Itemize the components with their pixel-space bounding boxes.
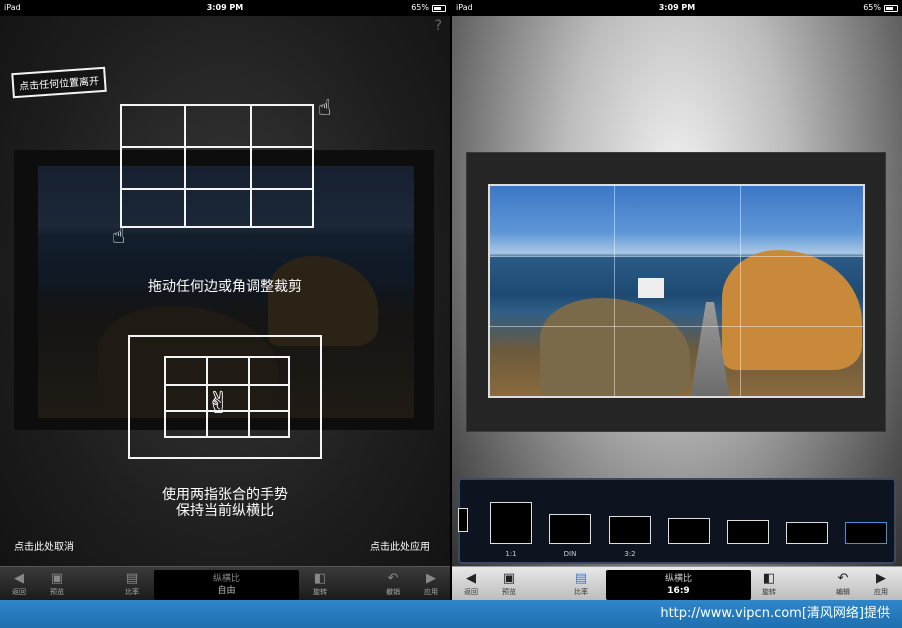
watermark-bar: http://www.vipcn.com[清风网络]提供 [0,600,902,628]
pinch-hint-line2: 保持当前纵横比 [176,503,274,519]
image-icon: ▣ [50,571,64,586]
aspect-value: 自由 [217,586,236,596]
aspect-ratio-picker: 1:1 DIN 3:2 [458,478,896,564]
undo-label: 撤销 [386,588,400,596]
right-crop-panel: iPad 3:09 PM 65% ? 1:1 DIN 3:2 ◀ 返回 ▣ 预览 ▤… [452,0,902,600]
undo-icon: ↶ [837,571,849,586]
grid-line [184,106,186,226]
apply-hint: 点击此处应用 [370,542,430,553]
grid-line [250,106,252,226]
ratio-option-din[interactable] [549,514,591,544]
battery-indicator: 65% [411,0,446,16]
ratio-option[interactable] [786,522,828,544]
ratio-label: 比率 [125,588,139,596]
rotate-label: 旋转 [762,588,776,596]
grid-line [122,188,312,190]
rotate-icon: ◧ [313,571,327,586]
ratio-label: DIN [563,550,577,558]
forward-arrow-icon: ▶ [876,571,886,586]
clock: 3:09 PM [206,3,244,12]
forward-arrow-icon: ▶ [426,571,436,586]
aspect-title: 纵横比 [664,574,692,584]
grid-line [614,186,615,396]
grid-line [490,326,863,327]
battery-percent: 65% [411,3,429,12]
back-button[interactable]: ◀ 返回 [2,570,36,600]
cancel-hint: 点击此处取消 [14,542,74,553]
undo-button[interactable]: ↶ 撤销 [376,570,410,600]
hand-pointer-icon: ☝ [318,96,332,121]
grid-line [740,186,741,396]
battery-icon [884,4,898,12]
ratio-label: 3:2 [624,550,636,558]
ratio-icon: ▤ [125,571,139,586]
crop-grid-sketch [120,104,314,228]
rotate-button[interactable]: ◧ 旋转 [303,570,337,600]
ratio-icon: ▤ [574,571,588,586]
pinch-hand-icon: ✌ [206,386,232,421]
rotate-icon: ◧ [762,571,776,586]
ratio-option[interactable] [458,508,468,532]
exit-hint[interactable]: 点击任何位置离开 [11,66,107,99]
grid-line [122,146,312,148]
cliff-shape [722,250,862,370]
ratio-option[interactable] [668,518,710,544]
edit-button[interactable]: ↶ 编辑 [826,570,860,600]
back-arrow-icon: ◀ [466,571,476,586]
preview-button[interactable]: ▣ 预览 [492,570,526,600]
battery-indicator: 65% [863,0,898,16]
ratio-label: 比率 [574,588,588,596]
ratio-label: 1:1 [505,550,517,558]
cliff-shape [540,298,690,396]
aspect-ratio-display[interactable]: 纵横比 16:9 [606,570,751,600]
undo-icon: ↶ [387,571,399,586]
preview-label: 预览 [502,588,516,596]
battery-percent: 65% [863,3,881,12]
edit-label: 编辑 [836,588,850,596]
lighthouse-building [638,278,664,298]
left-toolbar: ◀ 返回 ▣ 预览 ▤ 比率 纵横比 自由 ◧ 旋转 ↶ 撤销 ▶ 应用 [0,566,450,600]
apply-label: 应用 [874,588,888,596]
apply-button[interactable]: ▶ 应用 [414,570,448,600]
back-arrow-icon: ◀ [14,571,24,586]
help-icon[interactable]: ? [887,18,894,34]
status-bar: iPad 3:09 PM 65% [0,0,450,16]
ratio-option-1-1[interactable] [490,502,532,544]
preview-button[interactable]: ▣ 预览 [40,570,74,600]
grid-line [248,358,250,436]
back-button[interactable]: ◀ 返回 [454,570,488,600]
left-tutorial-panel: iPad 3:09 PM 65% ? 点击任何位置离开 ☝ ☝ 拖动任何边或角调… [0,0,450,600]
apply-button[interactable]: ▶ 应用 [864,570,898,600]
ratio-option[interactable] [727,520,769,544]
crop-photo[interactable] [488,184,865,398]
ratio-button[interactable]: ▤ 比率 [115,570,149,600]
battery-icon [432,4,446,12]
grid-line [490,256,863,257]
ratio-button[interactable]: ▤ 比率 [564,570,598,600]
help-icon[interactable]: ? [435,18,442,34]
apply-label: 应用 [424,588,438,596]
back-label: 返回 [12,588,26,596]
drag-hint: 拖动任何边或角调整裁剪 [148,279,302,295]
status-bar: iPad 3:09 PM 65% [452,0,902,16]
ratio-option-3-2[interactable] [609,516,651,544]
right-toolbar: ◀ 返回 ▣ 预览 ▤ 比率 纵横比 16:9 ◧ 旋转 ↶ 编辑 ▶ 应用 [452,566,902,600]
image-icon: ▣ [502,571,516,586]
rotate-label: 旋转 [313,588,327,596]
clock: 3:09 PM [658,3,696,12]
aspect-title: 纵横比 [212,574,240,584]
aspect-ratio-display[interactable]: 纵横比 自由 [154,570,299,600]
ratio-option-16-9[interactable] [845,522,887,544]
back-label: 返回 [464,588,478,596]
aspect-value: 16:9 [667,586,690,596]
preview-label: 预览 [50,588,64,596]
hand-pointer-icon: ☝ [112,224,126,249]
rotate-button[interactable]: ◧ 旋转 [752,570,786,600]
